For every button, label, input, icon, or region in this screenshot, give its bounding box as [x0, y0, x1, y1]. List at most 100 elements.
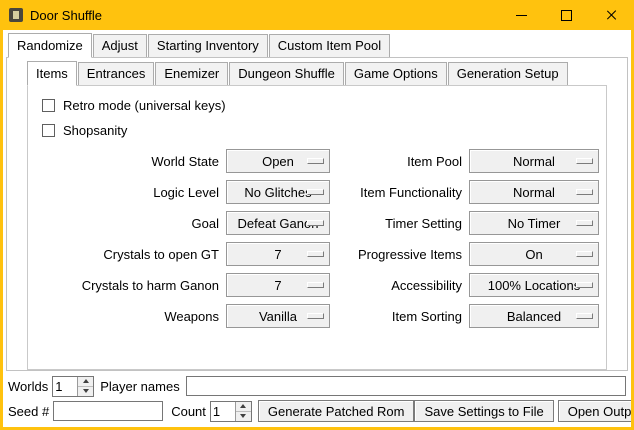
player-names-label: Player names	[100, 379, 179, 394]
dropdown-item-pool[interactable]: Normal	[469, 149, 599, 173]
dropdown-weapons[interactable]: Vanilla	[226, 304, 330, 328]
minimize-icon	[516, 15, 527, 16]
bottom-bar: Worlds Player names Seed # Count	[3, 371, 631, 427]
retro-mode-row: Retro mode (universal keys)	[42, 93, 600, 118]
worlds-label: Worlds	[8, 379, 48, 394]
seed-label: Seed #	[8, 404, 49, 419]
dropdown-crystals-open-gt[interactable]: 7	[226, 242, 330, 266]
worlds-spin-up[interactable]	[78, 377, 93, 387]
dropdown-item-functionality[interactable]: Normal	[469, 180, 599, 204]
seed-input[interactable]	[53, 401, 163, 421]
minimize-button[interactable]	[499, 0, 544, 30]
dropdown-indicator-icon	[307, 220, 324, 226]
tab-game-options[interactable]: Game Options	[345, 62, 447, 85]
count-input[interactable]	[211, 402, 235, 421]
app-window: Door Shuffle Randomize Adjust Starting I…	[0, 0, 634, 430]
save-settings-button[interactable]: Save Settings to File	[414, 400, 553, 422]
dropdown-item-sorting[interactable]: Balanced	[469, 304, 599, 328]
dropdown-indicator-icon	[576, 251, 593, 257]
tab-custom-item-pool[interactable]: Custom Item Pool	[269, 34, 390, 57]
tab-adjust[interactable]: Adjust	[93, 34, 147, 57]
tab-generation-setup[interactable]: Generation Setup	[448, 62, 568, 85]
label-crystals-open-gt: Crystals to open GT	[34, 242, 219, 266]
dropdown-indicator-icon	[576, 220, 593, 226]
dropdown-value: Balanced	[507, 309, 561, 324]
dropdown-accessibility[interactable]: 100% Locations	[469, 273, 599, 297]
dropdown-indicator-icon	[307, 158, 324, 164]
inner-tab-bar: Items Entrances Enemizer Dungeon Shuffle…	[7, 58, 627, 85]
tab-randomize[interactable]: Randomize	[8, 33, 92, 58]
dropdown-indicator-icon	[307, 189, 324, 195]
label-accessibility: Accessibility	[337, 273, 462, 297]
worlds-row: Worlds Player names	[8, 375, 626, 397]
dropdown-logic-level[interactable]: No Glitches	[226, 180, 330, 204]
dropdown-crystals-harm-ganon[interactable]: 7	[226, 273, 330, 297]
window-controls	[499, 0, 634, 30]
label-world-state: World State	[34, 149, 219, 173]
maximize-icon	[561, 10, 572, 21]
tab-dungeon-shuffle[interactable]: Dungeon Shuffle	[229, 62, 344, 85]
count-spinner-arrows	[235, 402, 251, 421]
dropdown-indicator-icon	[307, 282, 324, 288]
label-crystals-harm-ganon: Crystals to harm Ganon	[34, 273, 219, 297]
client-area: Randomize Adjust Starting Inventory Cust…	[3, 30, 631, 427]
player-names-input[interactable]	[186, 376, 626, 396]
shopsanity-row: Shopsanity	[42, 118, 600, 143]
spin-down-icon	[83, 389, 89, 393]
options-grid: World State Open Item Pool Normal Logic …	[34, 149, 600, 328]
seed-row: Seed # Count Generate Patched Rom Save S…	[8, 400, 626, 422]
dropdown-timer-setting[interactable]: No Timer	[469, 211, 599, 235]
dropdown-value: 7	[274, 278, 281, 293]
dropdown-value: 7	[274, 247, 281, 262]
worlds-spinner	[52, 376, 94, 397]
spin-up-icon	[240, 404, 246, 408]
dropdown-value: Open	[262, 154, 294, 169]
tab-items[interactable]: Items	[27, 61, 77, 86]
label-item-sorting: Item Sorting	[337, 304, 462, 328]
label-item-pool: Item Pool	[337, 149, 462, 173]
count-spin-up[interactable]	[236, 402, 251, 412]
dropdown-indicator-icon	[576, 158, 593, 164]
tab-entrances[interactable]: Entrances	[78, 62, 155, 85]
label-progressive-items: Progressive Items	[337, 242, 462, 266]
dropdown-progressive-items[interactable]: On	[469, 242, 599, 266]
app-icon	[9, 8, 23, 22]
count-spinner	[210, 401, 252, 422]
count-label: Count	[171, 404, 206, 419]
dropdown-value: Normal	[513, 154, 555, 169]
count-spin-down[interactable]	[236, 412, 251, 421]
dropdown-value: No Timer	[508, 216, 561, 231]
worlds-input[interactable]	[53, 377, 77, 396]
dropdown-value: On	[525, 247, 542, 262]
shopsanity-checkbox[interactable]	[42, 124, 55, 137]
generate-patched-rom-button[interactable]: Generate Patched Rom	[258, 400, 415, 422]
dropdown-value: No Glitches	[244, 185, 311, 200]
dropdown-indicator-icon	[576, 313, 593, 319]
close-button[interactable]	[589, 0, 634, 30]
randomize-page: Items Entrances Enemizer Dungeon Shuffle…	[6, 57, 628, 371]
dropdown-indicator-icon	[307, 251, 324, 257]
label-logic-level: Logic Level	[34, 180, 219, 204]
worlds-spin-down[interactable]	[78, 387, 93, 396]
label-weapons: Weapons	[34, 304, 219, 328]
retro-mode-label: Retro mode (universal keys)	[63, 98, 226, 113]
spin-up-icon	[83, 379, 89, 383]
spin-down-icon	[240, 414, 246, 418]
dropdown-value: 100% Locations	[488, 278, 581, 293]
dropdown-indicator-icon	[307, 313, 324, 319]
dropdown-value: Vanilla	[259, 309, 297, 324]
outer-tab-bar: Randomize Adjust Starting Inventory Cust…	[3, 30, 631, 57]
close-icon	[606, 9, 618, 21]
label-goal: Goal	[34, 211, 219, 235]
dropdown-indicator-icon	[576, 189, 593, 195]
shopsanity-label: Shopsanity	[63, 123, 127, 138]
dropdown-goal[interactable]: Defeat Ganon	[226, 211, 330, 235]
tab-enemizer[interactable]: Enemizer	[155, 62, 228, 85]
retro-mode-checkbox[interactable]	[42, 99, 55, 112]
maximize-button[interactable]	[544, 0, 589, 30]
tab-starting-inventory[interactable]: Starting Inventory	[148, 34, 268, 57]
titlebar: Door Shuffle	[0, 0, 634, 30]
dropdown-value: Normal	[513, 185, 555, 200]
open-output-directory-button[interactable]: Open Output Directory	[558, 400, 631, 422]
dropdown-world-state[interactable]: Open	[226, 149, 330, 173]
